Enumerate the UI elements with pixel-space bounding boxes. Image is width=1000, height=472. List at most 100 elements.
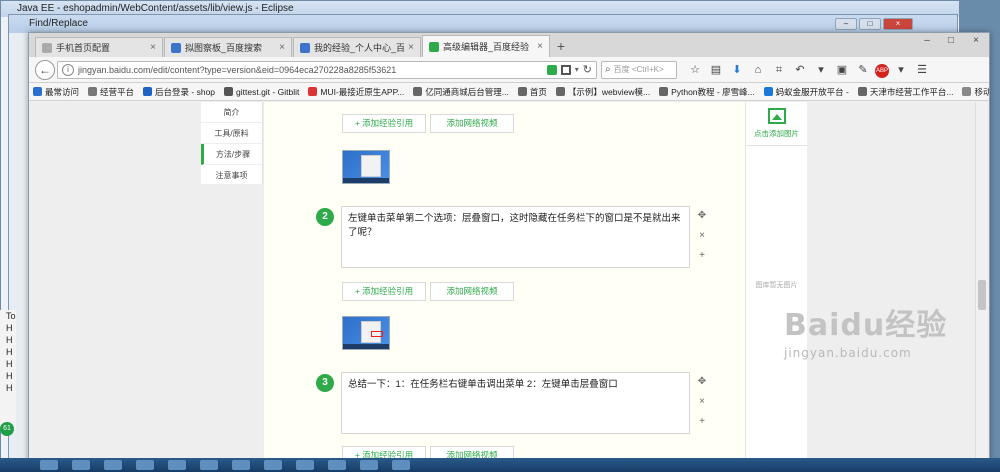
bookmark-icon bbox=[224, 87, 234, 96]
outline-item: H bbox=[6, 359, 13, 369]
bookmark-item[interactable]: 最常访问 bbox=[33, 86, 79, 98]
delete-icon[interactable]: × bbox=[695, 226, 709, 246]
add-icon[interactable]: + bbox=[695, 246, 709, 266]
maximize-icon[interactable]: □ bbox=[859, 18, 881, 30]
bookmark-item[interactable]: gittest.git - Gitblit bbox=[224, 87, 299, 97]
delete-icon[interactable]: × bbox=[695, 392, 709, 412]
bookmark-item[interactable]: MUI-最接近原生APP... bbox=[308, 86, 404, 98]
move-icon[interactable]: ✥ bbox=[695, 372, 709, 392]
add-reference-button[interactable]: + 添加经验引用 bbox=[342, 282, 426, 301]
bookmark-item[interactable]: 首页 bbox=[517, 86, 547, 98]
bookmark-item[interactable]: 后台登录 - shop bbox=[143, 86, 215, 98]
bookmark-label: MUI-最接近原生APP... bbox=[320, 86, 405, 97]
nav-item-tools[interactable]: 工具/原料 bbox=[201, 123, 262, 144]
dropdown-icon[interactable]: ▾ bbox=[575, 65, 579, 74]
taskbar-app-icon[interactable] bbox=[40, 460, 58, 470]
editor-area: + 添加经验引用 添加网络视频 2 左键单击菜单第二个选项：层叠窗口，这时隐藏在… bbox=[263, 102, 745, 462]
step-text-editor[interactable]: 总结一下：1：在任务栏右键单击调出菜单 2：左键单击层叠窗口 bbox=[341, 372, 690, 434]
tab-baidu-search[interactable]: 拟图察板_百度搜索 × bbox=[164, 37, 292, 57]
taskbar-app-icon[interactable] bbox=[136, 460, 154, 470]
info-icon[interactable]: i bbox=[62, 63, 74, 76]
bookmark-item[interactable]: 天津市经营工作平台... bbox=[857, 86, 953, 98]
close-tab-icon[interactable]: × bbox=[279, 42, 285, 53]
move-icon[interactable]: ✥ bbox=[695, 206, 709, 226]
tab-mobile-home-config[interactable]: 手机首页配置 × bbox=[35, 37, 163, 57]
page-scrollbar[interactable] bbox=[975, 102, 987, 462]
scrollbar-thumb[interactable] bbox=[978, 280, 986, 310]
reader-icon[interactable]: ▤ bbox=[707, 61, 725, 79]
outline-item: H bbox=[6, 335, 13, 345]
baidu-icon bbox=[171, 42, 181, 53]
nav-item-steps[interactable]: 方法/步骤 bbox=[201, 144, 262, 165]
pen-icon[interactable]: ✎ bbox=[854, 61, 872, 79]
bookmark-item[interactable]: Python教程 - 廖雪峰... bbox=[659, 86, 755, 98]
taskbar-app-icon[interactable] bbox=[392, 460, 410, 470]
menu-icon[interactable]: ☰ bbox=[913, 61, 931, 79]
step-1-image[interactable] bbox=[342, 150, 390, 184]
mobile-bookmarks[interactable]: 移动版书签 bbox=[962, 86, 989, 98]
tab-label: 手机首页配置 bbox=[56, 43, 111, 53]
screenshot-icon[interactable]: ▣ bbox=[833, 61, 851, 79]
bookmarks-bar: 最常访问 经营平台 后台登录 - shop gittest.git - Gitb… bbox=[29, 83, 989, 101]
taskbar-app-icon[interactable] bbox=[168, 460, 186, 470]
bookmark-label: 经营平台 bbox=[100, 86, 135, 97]
back-button[interactable]: ← bbox=[35, 59, 55, 80]
navigation-bar: ← i jingyan.baidu.com/edit/content?type=… bbox=[29, 57, 989, 83]
bookmark-label: 后台登录 - shop bbox=[155, 86, 216, 97]
step-text-editor[interactable]: 左键单击菜单第二个选项：层叠窗口，这时隐藏在任务栏下的窗口是不是就出来了呢？ bbox=[341, 206, 690, 268]
bookmark-icon bbox=[33, 87, 42, 96]
taskbar-app-icon[interactable] bbox=[200, 460, 218, 470]
minimize-icon[interactable]: – bbox=[915, 33, 939, 49]
qr-code-icon[interactable] bbox=[560, 64, 571, 75]
shield-icon[interactable] bbox=[546, 64, 557, 75]
download-icon[interactable]: ⬇ bbox=[728, 61, 746, 79]
bookmark-item[interactable]: 亿同通商城后台管理... bbox=[413, 86, 509, 98]
address-bar[interactable]: i jingyan.baidu.com/edit/content?type=ve… bbox=[57, 60, 597, 79]
close-icon[interactable]: × bbox=[963, 33, 989, 49]
chevron-down-icon[interactable]: ▾ bbox=[812, 61, 830, 79]
add-video-button[interactable]: 添加网络视频 bbox=[430, 114, 514, 133]
image-library-panel: 点击添加图片 图库暂无图片 bbox=[745, 102, 807, 462]
nav-item-notes[interactable]: 注意事项 bbox=[201, 165, 262, 186]
search-input[interactable]: ⌕ 百度 <Ctrl+K> bbox=[601, 60, 677, 79]
taskbar-graphic bbox=[343, 344, 389, 349]
new-tab-button[interactable]: + bbox=[551, 37, 571, 57]
close-icon[interactable]: × bbox=[883, 18, 913, 30]
taskbar-app-icon[interactable] bbox=[104, 460, 122, 470]
toolbar-icons: ☆ ▤ ⬇ ⌂ ⌗ ↶ ▾ ▣ ✎ ABP ▾ ☰ bbox=[683, 61, 931, 79]
add-icon[interactable]: + bbox=[695, 412, 709, 432]
adblock-icon[interactable]: ABP bbox=[875, 63, 889, 78]
bookmark-star-icon[interactable]: ☆ bbox=[686, 61, 704, 79]
taskbar-app-icon[interactable] bbox=[232, 460, 250, 470]
home-icon[interactable]: ⌂ bbox=[749, 61, 767, 79]
chevron-down-icon[interactable]: ▾ bbox=[892, 61, 910, 79]
close-tab-icon[interactable]: × bbox=[150, 42, 156, 53]
taskbar-app-icon[interactable] bbox=[296, 460, 314, 470]
bookmark-item[interactable]: 经营平台 bbox=[88, 86, 134, 98]
bookmark-item[interactable]: 【示例】webview模... bbox=[555, 86, 650, 98]
close-tab-icon[interactable]: × bbox=[408, 42, 414, 53]
taskbar-app-icon[interactable] bbox=[264, 460, 282, 470]
undo-icon[interactable]: ↶ bbox=[791, 61, 809, 79]
url-text[interactable]: jingyan.baidu.com/edit/content?type=vers… bbox=[78, 65, 543, 75]
maximize-icon[interactable]: □ bbox=[939, 33, 963, 49]
taskbar-app-icon[interactable] bbox=[72, 460, 90, 470]
section-nav: 简介 工具/原料 方法/步骤 注意事项 bbox=[201, 102, 263, 186]
add-video-button[interactable]: 添加网络视频 bbox=[430, 282, 514, 301]
outline-item: H bbox=[6, 347, 13, 357]
crop-icon[interactable]: ⌗ bbox=[770, 61, 788, 79]
outline-item: H bbox=[6, 371, 13, 381]
step-2-image[interactable] bbox=[342, 316, 390, 350]
taskbar-app-icon[interactable] bbox=[328, 460, 346, 470]
refresh-icon[interactable]: ↻ bbox=[583, 63, 592, 76]
add-image-button[interactable]: 点击添加图片 bbox=[746, 102, 807, 146]
nav-item-intro[interactable]: 简介 bbox=[201, 102, 262, 123]
folder-icon bbox=[962, 87, 972, 96]
tab-my-experience[interactable]: 我的经验_个人中心_百度经验 × bbox=[293, 37, 421, 57]
close-tab-icon[interactable]: × bbox=[537, 41, 543, 52]
bookmark-item[interactable]: 蚂蚁金服开放平台 - bbox=[763, 86, 849, 98]
tab-advanced-editor[interactable]: 高级编辑器_百度经验 × bbox=[422, 35, 550, 57]
minimize-icon[interactable]: – bbox=[835, 18, 857, 30]
add-reference-button[interactable]: + 添加经验引用 bbox=[342, 114, 426, 133]
taskbar-app-icon[interactable] bbox=[360, 460, 378, 470]
